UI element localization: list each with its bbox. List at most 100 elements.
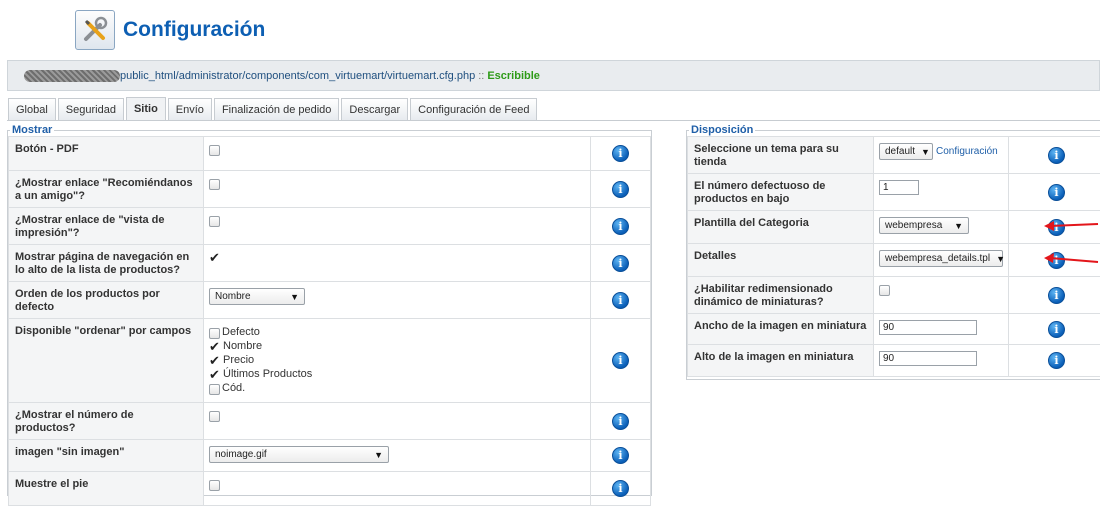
row-navegacion: Mostrar página de navegación en lo alto … (8, 244, 651, 282)
annotation-arrows (1044, 221, 1099, 263)
orden-select-value: Nombre (215, 291, 251, 302)
vista-impresion-checkbox[interactable] (209, 215, 220, 227)
row-orden-productos: Orden de los productos por defecto Nombr… (8, 281, 651, 319)
info-icon[interactable]: i (612, 217, 629, 235)
row-label: Muestre el pie (8, 471, 204, 506)
settings-tabs: Global Seguridad Sitio Envío Finalizació… (7, 97, 1100, 121)
ancho-input[interactable]: 90 (879, 320, 977, 335)
row-alto-miniatura: Alto de la imagen en miniatura 90 i (687, 344, 1100, 377)
tab-finalizacion-pedido[interactable]: Finalización de pedido (213, 98, 340, 120)
alto-input[interactable]: 90 (879, 351, 977, 366)
row-plantilla-categoria: Plantilla del Categoria webempresa ▼ i (687, 210, 1100, 244)
row-label: ¿Mostrar enlace de "vista de impresión"? (8, 207, 204, 245)
detalles-select[interactable]: webempresa_details.tpl ▼ (879, 250, 1005, 267)
pie-checkbox[interactable] (209, 479, 220, 491)
config-file-path: public_html/administrator/components/com… (120, 69, 476, 82)
sin-imagen-select[interactable]: noimage.gif ▼ (209, 446, 389, 463)
tab-envio[interactable]: Envío (167, 98, 212, 120)
info-icon[interactable]: i (612, 412, 629, 430)
dropdown-arrow-icon: ▼ (290, 291, 299, 302)
disposicion-section: Disposición Seleccione un tema para su t… (686, 124, 1100, 380)
dropdown-arrow-icon: ▼ (954, 220, 963, 231)
checkbox[interactable] (209, 327, 220, 339)
pdf-checkbox[interactable] (209, 144, 220, 156)
info-icon[interactable]: i (612, 145, 629, 162)
navegacion-checkbox-checked[interactable]: ✔ (209, 251, 221, 264)
row-label: imagen "sin imagen" (8, 439, 204, 472)
info-icon[interactable]: i (1048, 146, 1065, 164)
row-label: Alto de la imagen en miniatura (687, 344, 874, 377)
row-detalles: Detalles webempresa_details.tpl ▼ i (687, 243, 1100, 277)
tab-global[interactable]: Global (8, 98, 56, 120)
info-icon[interactable]: i (612, 254, 629, 272)
row-label: Plantilla del Categoria (687, 210, 874, 244)
page-title: Configuración (123, 18, 266, 41)
ordenar-option-cod[interactable]: Cód. (209, 381, 585, 395)
info-icon[interactable]: i (1048, 183, 1065, 201)
row-numero-productos: ¿Mostrar el número de productos? i (8, 402, 651, 440)
row-label: ¿Mostrar enlace "Recomiéndanos a un amig… (8, 170, 204, 208)
row-sin-imagen: imagen "sin imagen" noimage.gif ▼ i (8, 439, 651, 472)
plantilla-categoria-select[interactable]: webempresa ▼ (879, 217, 969, 234)
row-ordenar-campos: Disponible "ordenar" por campos Defecto … (8, 318, 651, 403)
tab-descargar[interactable]: Descargar (341, 98, 409, 120)
info-icon[interactable]: i (612, 180, 629, 198)
checkmark-icon[interactable]: ✔ (209, 354, 221, 367)
num-productos-input[interactable]: 1 (879, 180, 919, 195)
row-label: Detalles (687, 243, 874, 277)
info-icon[interactable]: i (1048, 352, 1065, 369)
annotation-arrow-plantilla (1044, 221, 1099, 231)
redimensionado-checkbox[interactable] (879, 284, 890, 296)
info-icon[interactable]: i (1048, 286, 1065, 304)
tools-icon (75, 10, 115, 50)
row-pie: Muestre el pie i (8, 471, 651, 506)
row-recomiendanos: ¿Mostrar enlace "Recomiéndanos a un amig… (8, 170, 651, 208)
detalles-select-value: webempresa_details.tpl (885, 253, 991, 264)
info-icon[interactable]: i (612, 352, 629, 369)
info-icon[interactable]: i (1048, 320, 1065, 338)
tema-select[interactable]: default ▼ (879, 143, 933, 160)
row-tema: Seleccione un tema para su tienda defaul… (687, 136, 1100, 174)
row-label: Botón - PDF (8, 136, 204, 171)
disposicion-table: Seleccione un tema para su tienda defaul… (687, 136, 1100, 377)
row-label: Orden de los productos por defecto (8, 281, 204, 319)
checkmark-icon[interactable]: ✔ (209, 368, 221, 381)
orden-select[interactable]: Nombre ▼ (209, 288, 305, 305)
info-icon[interactable]: i (612, 291, 629, 309)
info-icon[interactable]: i (612, 480, 629, 497)
ordenar-option-precio[interactable]: ✔ Precio (209, 353, 585, 367)
dropdown-arrow-icon: ▼ (374, 449, 383, 460)
recomiendanos-checkbox[interactable] (209, 178, 220, 190)
mostrar-legend: Mostrar (12, 124, 53, 136)
tab-seguridad[interactable]: Seguridad (57, 98, 124, 120)
row-label: ¿Mostrar el número de productos? (8, 402, 204, 440)
row-label: Mostrar página de navegación en lo alto … (8, 244, 204, 282)
disposicion-legend: Disposición (691, 124, 754, 136)
checkmark-icon[interactable]: ✔ (209, 340, 221, 353)
mostrar-section: Mostrar Botón - PDF i ¿Mostrar enlace "R… (7, 124, 652, 506)
row-label: Ancho de la imagen en miniatura (687, 313, 874, 345)
tab-configuracion-feed[interactable]: Configuración de Feed (410, 98, 538, 120)
sin-imagen-select-value: noimage.gif (215, 449, 267, 460)
row-label: Disponible "ordenar" por campos (8, 318, 204, 403)
tema-select-value: default (885, 146, 916, 157)
writable-status: Escribible (487, 69, 540, 82)
row-redimensionado: ¿Habilitar redimensionado dinámico de mi… (687, 276, 1100, 314)
checkbox[interactable] (209, 383, 220, 395)
tema-configuracion-link[interactable]: Configuración (936, 146, 998, 157)
path-separator: :: (478, 69, 485, 82)
ordenar-option-defecto[interactable]: Defecto (209, 325, 585, 339)
config-file-path-bar: public_html/administrator/components/com… (7, 60, 1100, 91)
row-num-productos: El número defectuoso de productos en baj… (687, 173, 1100, 211)
info-icon[interactable]: i (612, 447, 629, 464)
row-vista-impresion: ¿Mostrar enlace de "vista de impresión"?… (8, 207, 651, 245)
dropdown-arrow-icon: ▼ (921, 146, 930, 157)
mostrar-table: Botón - PDF i ¿Mostrar enlace "Recomiénd… (8, 136, 651, 506)
ordenar-option-ultimos[interactable]: ✔ Últimos Productos (209, 367, 585, 381)
dropdown-arrow-icon: ▼ (996, 253, 1005, 264)
tab-sitio[interactable]: Sitio (125, 97, 166, 120)
annotation-arrow-detalles (1044, 253, 1099, 263)
numero-productos-checkbox[interactable] (209, 410, 220, 422)
redacted-path-segment (24, 69, 120, 82)
ordenar-option-nombre[interactable]: ✔ Nombre (209, 339, 585, 353)
